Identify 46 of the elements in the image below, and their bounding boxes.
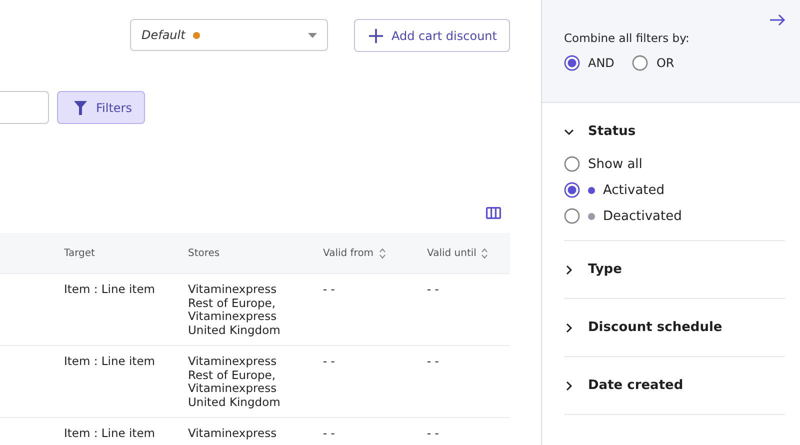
option-label[interactable]: Deactivated [603,208,682,224]
column-header[interactable]: Valid from [323,248,374,258]
radio-button[interactable] [564,55,580,71]
column-header: Target [64,248,95,258]
table-cell-text: Item : Line item [64,355,156,368]
radio-button[interactable] [564,208,580,224]
add-cart-discount-button[interactable]: Add cart discount [354,19,510,52]
chevron-icon[interactable] [564,380,574,390]
section-title[interactable]: Date created [588,378,684,393]
section-title[interactable]: Status [588,124,636,139]
column-header[interactable]: Valid until [427,248,476,258]
table-cell-text: - - [323,427,336,440]
table-cell-text: - - [323,283,336,296]
radio-label[interactable]: AND [588,56,614,70]
filters-button[interactable]: Filters [57,91,145,124]
table-cell-text: Vitaminexpress Rest of Europe, Vitaminexpress United Kingdom [188,283,282,337]
chevron-icon[interactable] [564,126,574,136]
search-field[interactable] [0,91,49,124]
section-title[interactable]: Discount schedule [588,320,722,335]
option-label[interactable]: Show all [588,156,642,172]
option-label[interactable]: Activated [603,182,665,198]
funnel-icon [74,100,87,114]
table-cell-text: Item : Line item [64,427,156,440]
combine-label: Combine all filters by: [564,31,690,45]
sort-icon[interactable] [378,248,386,258]
radio-button[interactable] [564,156,580,172]
table-cell-text: - - [427,427,440,440]
table-cell-text: - - [323,355,336,368]
table-cell-text: - - [427,355,440,368]
table-cell-text: Item : Line item [64,283,156,296]
table-cell-text: Vitaminexpress [188,427,278,440]
chevron-icon[interactable] [564,322,574,332]
columns-icon[interactable] [486,207,501,219]
column-header: Stores [188,248,220,258]
table-cell-text: Vitaminexpress Rest of Europe, Vitaminexpress United Kingdom [188,355,282,409]
sort-icon[interactable] [481,248,488,258]
arrow-right-icon[interactable] [770,14,786,26]
radio-label[interactable]: OR [656,56,674,70]
radio-button[interactable] [564,182,580,198]
plus-icon [369,28,384,42]
radio-button[interactable] [632,55,648,71]
table-cell-text: - - [427,283,440,296]
view-select[interactable]: Default [130,19,328,51]
chevron-icon[interactable] [564,264,574,274]
caret-icon [308,32,318,38]
section-title[interactable]: Type [588,262,622,277]
